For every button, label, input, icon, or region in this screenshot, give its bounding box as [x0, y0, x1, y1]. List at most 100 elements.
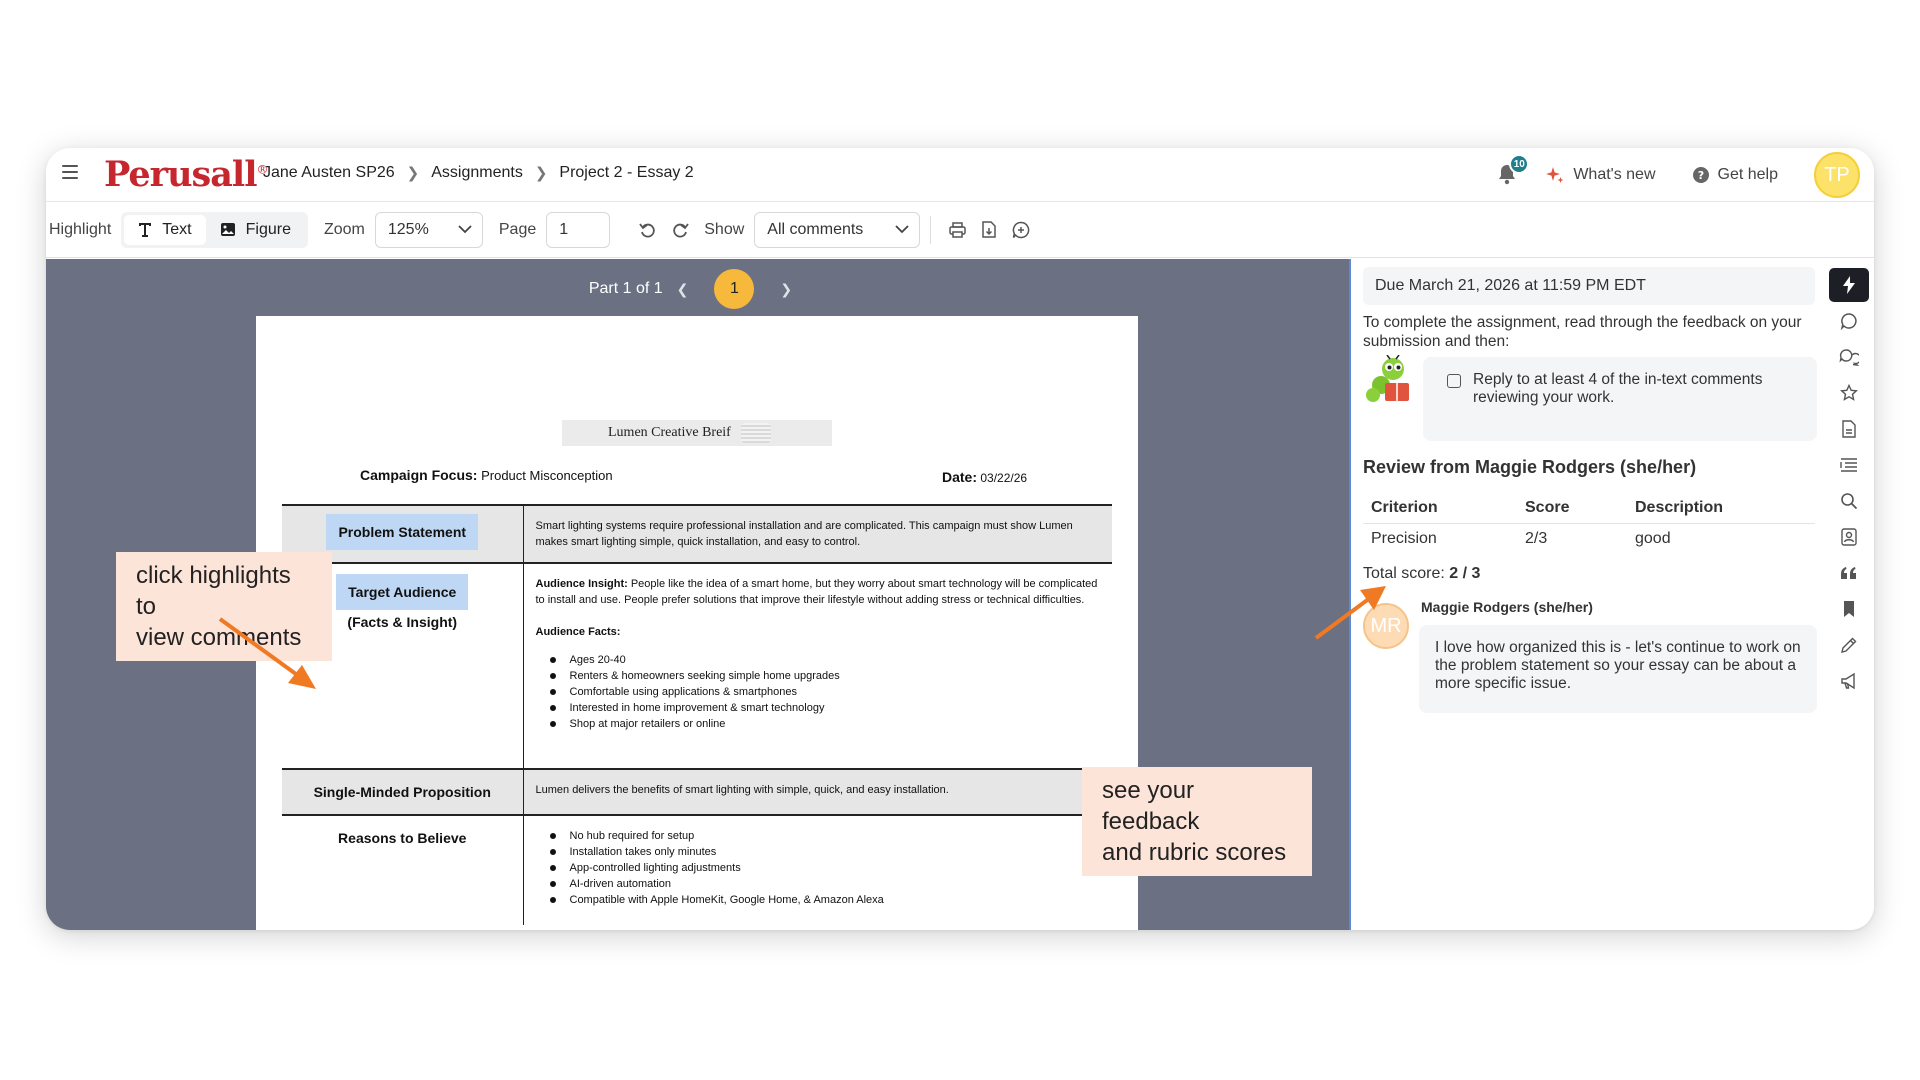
rail-edit-button[interactable]	[1829, 628, 1869, 662]
comment-icon	[1840, 313, 1857, 330]
add-comment-button[interactable]	[1005, 214, 1037, 246]
document-title: Lumen Creative Breif	[562, 420, 832, 446]
printer-icon	[949, 221, 966, 238]
user-avatar[interactable]: TP	[1814, 152, 1860, 198]
current-part-button[interactable]: 1	[714, 269, 755, 309]
document-toolbar: Highlight Text Figure Zoom 125% Page 1 S…	[46, 202, 1874, 258]
task-checkbox[interactable]	[1447, 374, 1461, 388]
rail-announcements-button[interactable]	[1829, 664, 1869, 698]
campaign-focus: Campaign Focus: Product Misconception	[360, 467, 613, 483]
rail-search-button[interactable]	[1829, 484, 1869, 518]
list-item: AI-driven automation	[548, 876, 1101, 892]
creative-brief-table: Problem Statement Smart lighting systems…	[282, 504, 1112, 925]
callout-arrow-icon	[1314, 586, 1386, 640]
rail-outline-button[interactable]	[1829, 448, 1869, 482]
table-row: Target Audience (Facts & Insight) Audien…	[282, 562, 1112, 769]
list-item: Installation takes only minutes	[548, 844, 1101, 860]
rail-comments-button[interactable]	[1829, 304, 1869, 338]
megaphone-icon	[1841, 672, 1855, 690]
contact-card-icon	[1841, 528, 1857, 546]
list-item: No hub required for setup	[548, 828, 1101, 844]
rail-document-button[interactable]	[1829, 412, 1869, 446]
table-header-row: Criterion Score Description	[1363, 493, 1815, 524]
pencil-icon	[1841, 637, 1857, 653]
get-help-button[interactable]: ? Get help	[1692, 166, 1778, 184]
show-label: Show	[704, 220, 745, 238]
star-icon	[1840, 384, 1858, 401]
zoom-label: Zoom	[323, 220, 365, 238]
notification-count-badge: 10	[1509, 154, 1530, 174]
undo-button[interactable]	[632, 214, 664, 246]
rail-assignment-button[interactable]	[1829, 268, 1869, 302]
breadcrumb: Jane Austen SP26 ❯ Assignments ❯ Project…	[263, 164, 694, 182]
table-row: Problem Statement Smart lighting systems…	[282, 504, 1112, 563]
help-circle-icon: ?	[1692, 167, 1709, 183]
total-score: Total score: 2 / 3	[1363, 565, 1481, 582]
page-number-input[interactable]: 1	[546, 211, 611, 248]
column-header: Description	[1627, 493, 1815, 524]
rubric-criterion: Precision	[1371, 530, 1437, 547]
highlight-mode-toggle: Text Figure	[121, 211, 308, 248]
print-button[interactable]	[941, 214, 973, 246]
sparkle-icon	[1546, 167, 1564, 183]
bookworm-mascot-icon	[1366, 355, 1409, 402]
table-row: Precision 2/3 good	[1363, 524, 1815, 555]
rail-favorites-button[interactable]	[1829, 376, 1869, 410]
chevron-down-icon	[458, 225, 472, 234]
breadcrumb-course[interactable]: Jane Austen SP26	[263, 164, 395, 182]
chevron-right-icon: ❯	[406, 165, 420, 182]
rail-bookmarks-button[interactable]	[1829, 592, 1869, 626]
chevron-right-icon: ❯	[534, 165, 548, 182]
problem-statement-text: Smart lighting systems require professio…	[523, 504, 1112, 563]
task-text: Reply to at least 4 of the in-text comme…	[1473, 371, 1763, 406]
undo-icon	[639, 222, 655, 237]
audience-facts-list: Ages 20-40 Renters & homeowners seeking …	[548, 652, 1101, 732]
task-item: Reply to at least 4 of the in-text comme…	[1423, 357, 1817, 441]
rail-quotes-button[interactable]	[1829, 556, 1869, 590]
reasons-list: No hub required for setup Installation t…	[548, 828, 1101, 908]
search-icon	[1841, 493, 1858, 510]
problem-statement-highlight[interactable]: Problem Statement	[326, 514, 479, 550]
column-header: Criterion	[1363, 493, 1517, 524]
menu-icon[interactable]	[62, 165, 78, 179]
chevron-left-icon[interactable]: ❮	[677, 281, 689, 298]
list-outline-icon	[1840, 458, 1857, 472]
zoom-select[interactable]: 125%	[374, 211, 483, 248]
text-icon	[139, 223, 152, 237]
perusall-logo[interactable]: Perusall®	[104, 154, 269, 195]
document-icon	[1842, 420, 1856, 438]
rtb-label: Reasons to Believe	[282, 814, 524, 925]
smp-label: Single-Minded Proposition	[282, 768, 524, 815]
file-download-icon	[982, 221, 997, 238]
review-title: Review from Maggie Rodgers (she/her)	[1363, 457, 1697, 477]
rail-contacts-button[interactable]	[1829, 520, 1869, 554]
rubric-description: good	[1635, 530, 1671, 547]
audience-insight: Audience Insight: People like the idea o…	[535, 578, 1098, 606]
redo-icon	[673, 222, 689, 237]
show-comments-select[interactable]: All comments	[754, 211, 921, 248]
quote-icon	[1841, 567, 1856, 579]
notifications-button[interactable]: 10	[1497, 154, 1530, 187]
document-viewer[interactable]: Part 1 of 1 ❮ 1 ❯ Lumen Creative Breif C…	[46, 259, 1349, 930]
target-audience-highlight[interactable]: Target Audience	[336, 574, 469, 610]
table-row: Reasons to Believe No hub required for s…	[282, 814, 1112, 925]
comment-author[interactable]: Maggie Rodgers (she/her)	[1421, 599, 1593, 615]
download-pdf-button[interactable]	[973, 214, 1005, 246]
bookmark-icon	[1844, 601, 1854, 617]
callout-feedback: see your feedback and rubric scores	[1082, 767, 1312, 876]
breadcrumb-assignments[interactable]: Assignments	[431, 164, 523, 182]
list-item: Interested in home improvement & smart t…	[548, 700, 1101, 716]
callout-arrow-icon	[218, 617, 316, 689]
whats-new-button[interactable]: What's new	[1545, 165, 1656, 185]
highlight-text-button[interactable]: Text	[124, 214, 206, 245]
breadcrumb-assignment[interactable]: Project 2 - Essay 2	[559, 164, 693, 182]
lightning-icon	[1843, 276, 1855, 294]
list-item: Comfortable using applications & smartph…	[548, 684, 1101, 700]
app-window: Perusall® Jane Austen SP26 ❯ Assignments…	[46, 148, 1874, 930]
instructions: To complete the assignment, read through…	[1363, 314, 1802, 350]
list-item: Compatible with Apple HomeKit, Google Ho…	[548, 892, 1101, 908]
redo-button[interactable]	[664, 214, 696, 246]
rail-conversations-button[interactable]	[1829, 340, 1869, 374]
chevron-right-icon[interactable]: ❯	[780, 281, 792, 298]
highlight-figure-button[interactable]: Figure	[206, 215, 305, 245]
